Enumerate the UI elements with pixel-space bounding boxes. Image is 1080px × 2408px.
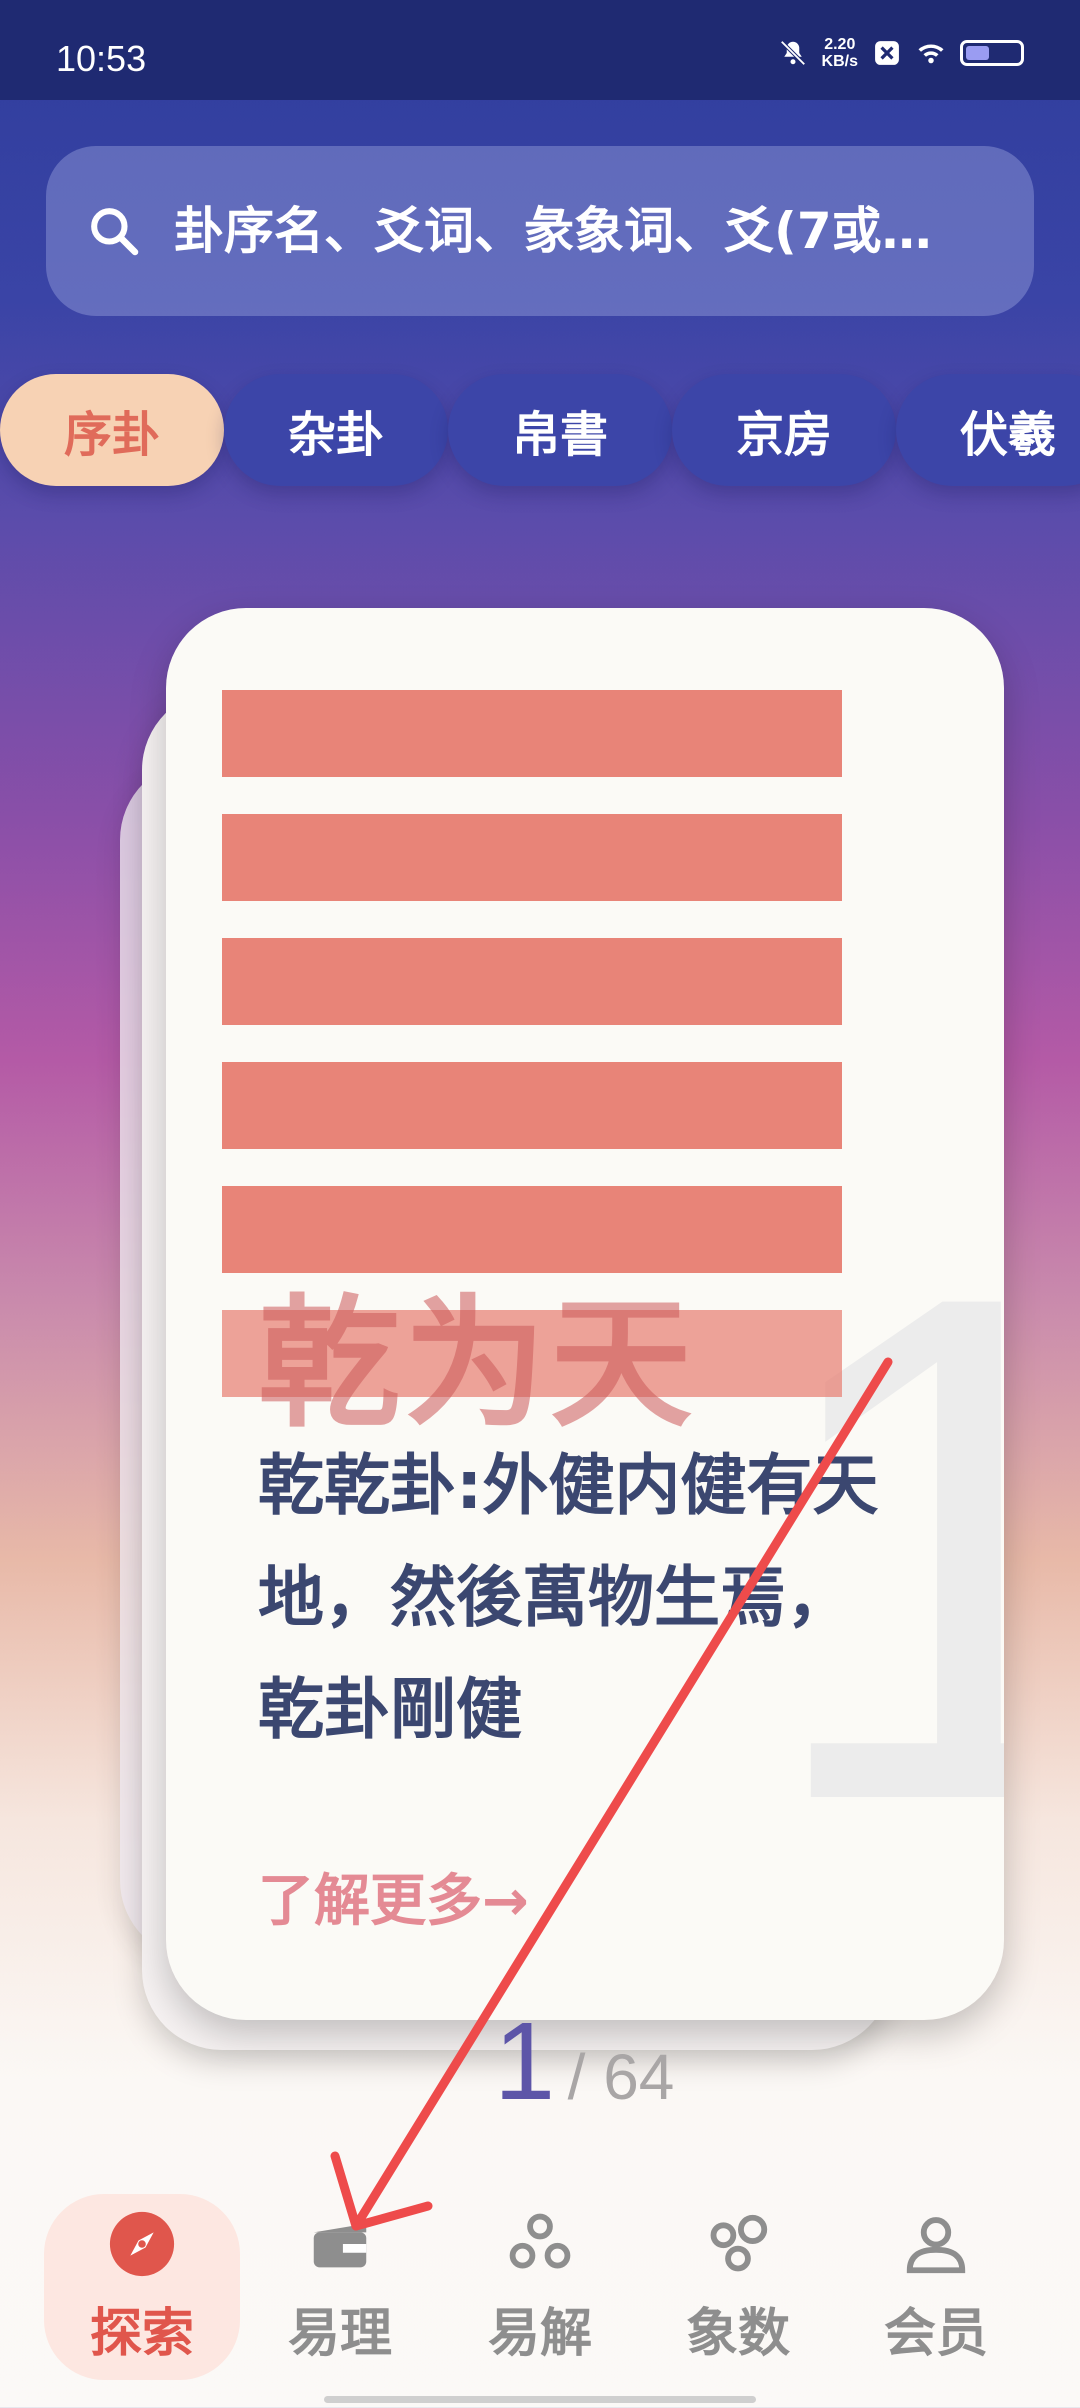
- three-circles-icon: [505, 2209, 575, 2283]
- net-speed-value: 2.20: [824, 36, 856, 53]
- user-icon: [901, 2209, 971, 2283]
- compass-icon: [107, 2209, 177, 2283]
- tab-zagua[interactable]: 杂卦: [224, 374, 448, 486]
- hexagram-line: [222, 690, 842, 777]
- home-indicator: [324, 2396, 756, 2403]
- hexagram-description: 乾乾卦:外健内健有天地，然後萬物生焉，乾卦剛健: [258, 1447, 879, 1748]
- nav-explore[interactable]: 探索: [44, 2194, 240, 2380]
- nav-explore-label: 探索: [89, 2303, 194, 2364]
- bottom-nav: 探索 易理 易解 象数 会员: [0, 2180, 1080, 2408]
- nav-member-label: 会员: [883, 2303, 988, 2364]
- learn-more-link[interactable]: 了解更多→: [258, 1856, 529, 1937]
- category-tabs: 序卦 杂卦 帛書 京房 伏羲: [0, 374, 1080, 486]
- hexagram-name: 乾为天: [258, 1282, 696, 1447]
- nav-yijie[interactable]: 易解: [442, 2194, 638, 2380]
- nav-yili-label: 易理: [287, 2303, 392, 2364]
- nav-member[interactable]: 会员: [838, 2194, 1034, 2380]
- nav-yijie-label: 易解: [487, 2303, 592, 2364]
- status-time: 10:53: [56, 38, 147, 79]
- book-icon: [305, 2209, 375, 2283]
- x-app-icon: [872, 38, 902, 68]
- nav-xiangshu-label: 象数: [685, 2303, 790, 2364]
- battery-icon: [960, 40, 1024, 66]
- hexagram-card[interactable]: 1 乾为天 乾乾卦:外健内健有天地，然後萬物生焉，乾卦剛健 了解更多→: [166, 608, 1004, 2020]
- status-icons: 2.20 KB/s: [778, 36, 1024, 70]
- bubbles-icon: [703, 2209, 773, 2283]
- nav-xiangshu[interactable]: 象数: [640, 2194, 836, 2380]
- mute-bell-icon: [778, 38, 808, 68]
- page-current: 1: [494, 2000, 556, 2123]
- net-speed-unit: KB/s: [821, 53, 858, 70]
- search-input[interactable]: [172, 201, 976, 261]
- hexagram-line: [222, 1062, 842, 1149]
- page-indicator: 1 / 64: [494, 1998, 674, 2125]
- status-bar: 10:53 2.20 KB/s: [0, 0, 1080, 100]
- tab-fuxi[interactable]: 伏羲: [896, 374, 1080, 486]
- tab-jingfang[interactable]: 京房: [672, 374, 896, 486]
- tab-boshu[interactable]: 帛書: [448, 374, 672, 486]
- nav-yili[interactable]: 易理: [242, 2194, 438, 2380]
- search-bar[interactable]: [46, 146, 1034, 316]
- net-speed: 2.20 KB/s: [822, 36, 858, 70]
- page-total: / 64: [567, 2041, 675, 2113]
- wifi-icon: [916, 38, 946, 68]
- search-icon: [86, 203, 142, 259]
- tab-xugua[interactable]: 序卦: [0, 374, 224, 486]
- hexagram-line: [222, 938, 842, 1025]
- hexagram-line: [222, 814, 842, 901]
